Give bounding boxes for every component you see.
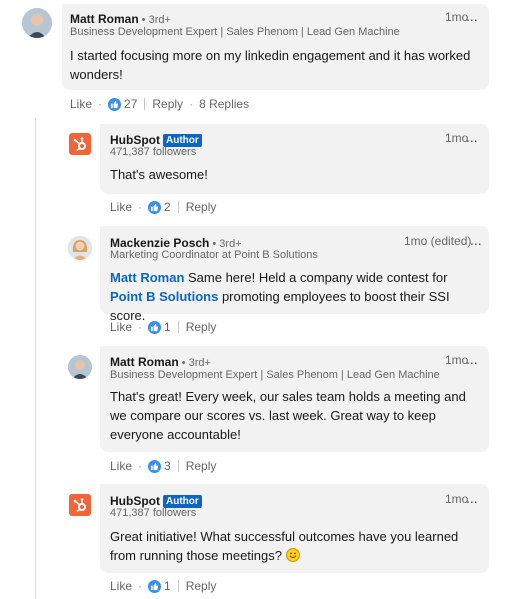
reply-actions: Like · 1 Reply xyxy=(110,320,216,334)
comment-time: 1mo xyxy=(445,10,469,24)
mention-link[interactable]: Point B Solutions xyxy=(110,289,218,304)
reply-time: 1mo xyxy=(445,131,469,145)
author-headline: Business Development Expert | Sales Phen… xyxy=(70,26,400,38)
separator-dot: · xyxy=(138,579,143,593)
thumbs-up-icon[interactable] xyxy=(148,459,162,473)
connection-degree: • 3rd+ xyxy=(181,357,211,369)
author-name[interactable]: Matt Roman xyxy=(110,355,179,369)
reply-text-part: Same here! Held a company wide contest f… xyxy=(184,270,448,285)
connection-degree: • 3rd+ xyxy=(141,14,171,26)
reply-button[interactable]: Reply xyxy=(186,320,217,334)
reply-time: 1mo (edited) xyxy=(404,234,472,248)
reply-time: 1mo xyxy=(445,353,469,367)
like-count[interactable]: 27 xyxy=(124,97,137,111)
reply-text: That's awesome! xyxy=(110,167,208,182)
author-headline: Marketing Coordinator at Point B Solutio… xyxy=(110,249,318,261)
separator-dot: · xyxy=(138,320,143,334)
hubspot-logo-icon[interactable] xyxy=(69,494,91,516)
divider xyxy=(177,580,179,592)
mention-link[interactable]: Matt Roman xyxy=(110,270,184,285)
reply-button[interactable]: Reply xyxy=(186,579,217,593)
thumbs-up-icon[interactable] xyxy=(108,97,122,111)
comment-actions: Like · 27 Reply · 8 Replies xyxy=(70,97,249,111)
more-options-icon[interactable]: ... xyxy=(470,233,482,247)
reply-actions: Like · 2 Reply xyxy=(110,200,216,214)
reply-time: 1mo xyxy=(445,492,469,506)
author-headline: Business Development Expert | Sales Phen… xyxy=(110,369,440,381)
divider xyxy=(177,201,179,213)
like-count[interactable]: 3 xyxy=(164,459,171,473)
reply-button[interactable]: Reply xyxy=(186,200,217,214)
like-button[interactable]: Like xyxy=(110,200,132,214)
like-button[interactable]: Like xyxy=(110,459,132,473)
thumbs-up-icon[interactable] xyxy=(148,200,162,214)
thread-line xyxy=(35,118,36,599)
smiley-emoji-icon xyxy=(285,548,300,562)
like-count[interactable]: 1 xyxy=(164,320,171,334)
follower-count: 471,387 followers xyxy=(110,146,197,158)
avatar-matt-roman[interactable] xyxy=(22,8,52,38)
more-options-icon[interactable]: ... xyxy=(466,352,478,366)
reply-actions: Like · 3 Reply xyxy=(110,459,216,473)
more-options-icon[interactable]: ... xyxy=(466,491,478,505)
thumbs-up-icon[interactable] xyxy=(148,320,162,334)
thumbs-up-icon[interactable] xyxy=(148,579,162,593)
author-name[interactable]: Matt Roman xyxy=(70,12,139,26)
separator-dot: · xyxy=(138,200,143,214)
reply-button[interactable]: Reply xyxy=(186,459,217,473)
follower-count: 471,387 followers xyxy=(110,507,197,519)
like-button[interactable]: Like xyxy=(110,320,132,334)
replies-count-link[interactable]: 8 Replies xyxy=(199,97,249,111)
comment-text: I started focusing more on my linkedin e… xyxy=(70,48,471,82)
hubspot-logo-icon[interactable] xyxy=(69,133,91,155)
like-count[interactable]: 1 xyxy=(164,579,171,593)
separator-dot: · xyxy=(138,459,143,473)
divider xyxy=(177,321,179,333)
like-count[interactable]: 2 xyxy=(164,200,171,214)
separator-dot: · xyxy=(98,97,103,111)
like-button[interactable]: Like xyxy=(70,97,92,111)
reply-text-body: Great initiative! What successful outcom… xyxy=(110,529,459,563)
reply-text: That's great! Every week, our sales team… xyxy=(110,389,466,442)
author-name[interactable]: HubSpot xyxy=(110,494,160,508)
author-name[interactable]: Mackenzie Posch xyxy=(110,236,209,250)
divider xyxy=(144,98,146,110)
reply-text: Matt Roman Same here! Held a company wid… xyxy=(110,268,482,325)
reply-button[interactable]: Reply xyxy=(152,97,183,111)
author-name[interactable]: HubSpot xyxy=(110,133,160,147)
reply-actions: Like · 1 Reply xyxy=(110,579,216,593)
like-button[interactable]: Like xyxy=(110,579,132,593)
divider xyxy=(177,460,179,472)
reply-text: Great initiative! What successful outcom… xyxy=(110,527,482,565)
more-options-icon[interactable]: ... xyxy=(466,9,478,23)
avatar-matt-roman[interactable] xyxy=(68,355,92,379)
more-options-icon[interactable]: ... xyxy=(466,130,478,144)
separator-dot: · xyxy=(189,97,194,111)
avatar-mackenzie-posch[interactable] xyxy=(68,236,92,260)
